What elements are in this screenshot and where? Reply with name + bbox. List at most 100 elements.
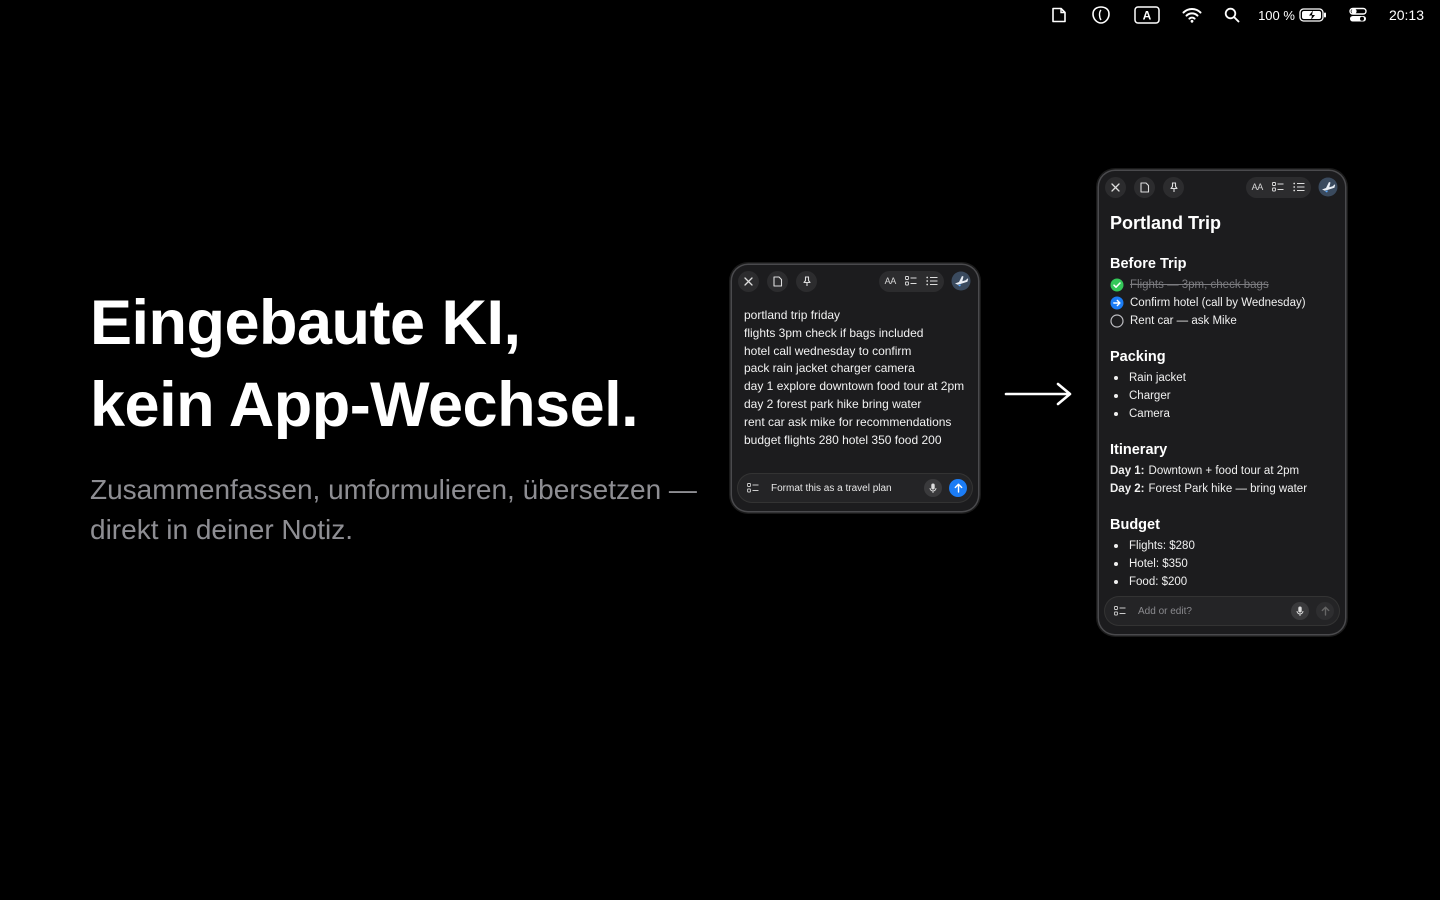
itinerary-day-label: Day 2:: [1110, 483, 1145, 495]
list-item-text: Charger: [1129, 390, 1171, 402]
list-item: Camera: [1110, 405, 1336, 423]
itinerary-item: Day 2: Forest Park hike — bring water: [1110, 480, 1336, 498]
section-heading: Budget: [1110, 517, 1160, 533]
list-item-text: Camera: [1129, 408, 1170, 420]
checklist-icon[interactable]: [905, 276, 917, 286]
itinerary-day-label: Day 1:: [1110, 465, 1145, 477]
list-item: Food: $200: [1110, 573, 1336, 591]
list-item-text: Rain jacket: [1129, 372, 1186, 384]
raw-line: day 1 explore downtown food tour at 2pm: [744, 379, 965, 394]
control-center-icon[interactable]: [1349, 0, 1367, 30]
raw-line: rent car ask mike for recommendations: [744, 414, 952, 429]
input-source-letter: A: [1143, 9, 1152, 23]
subline-line-1: Zusammenfassen, umformulieren, übersetze…: [90, 474, 697, 505]
microphone-icon: [929, 483, 937, 493]
close-button[interactable]: [738, 270, 759, 292]
raw-note-text[interactable]: portland trip friday flights 3pm check i…: [744, 307, 968, 449]
battery-charging-icon: [1299, 8, 1326, 22]
close-icon: [1111, 182, 1120, 192]
itinerary-text: Forest Park hike — bring water: [1148, 483, 1308, 495]
formatted-note-window: AA Portland Trip Before Trip Flights — 3…: [1099, 171, 1345, 634]
text-size-button[interactable]: AA: [885, 276, 897, 286]
ai-prompt-bar: Add or edit?: [1104, 596, 1340, 626]
close-icon: [744, 276, 753, 286]
battery-status[interactable]: 100 %: [1258, 8, 1327, 23]
list-item: Rain jacket: [1110, 369, 1336, 387]
send-button[interactable]: [949, 479, 967, 497]
empty-circle-icon[interactable]: [1110, 314, 1124, 328]
list-item-text: Food: $200: [1129, 576, 1188, 588]
ai-prompt-input[interactable]: Format this as a travel plan: [771, 483, 917, 494]
send-button[interactable]: [1316, 602, 1334, 620]
ai-assistant-button[interactable]: [1317, 176, 1339, 198]
checklist-icon[interactable]: [1272, 182, 1284, 192]
mic-button[interactable]: [924, 479, 942, 497]
mic-button[interactable]: [1291, 602, 1309, 620]
pin-button[interactable]: [1163, 176, 1184, 198]
menu-bar: A 100 % 20:13: [1000, 0, 1440, 30]
checklist-item-text: Rent car — ask Mike: [1130, 315, 1237, 327]
new-note-button[interactable]: [1134, 176, 1155, 198]
battery-percent: 100 %: [1258, 7, 1295, 23]
note-toolbar: AA: [738, 270, 972, 292]
section-itinerary: Itinerary Day 1: Downtown + food tour at …: [1110, 442, 1336, 498]
text-size-button[interactable]: AA: [1252, 182, 1264, 192]
arrow-up-icon: [954, 483, 962, 493]
section-budget: Budget Flights: $280 Hotel: $350 Food: $…: [1110, 517, 1336, 591]
list-icon[interactable]: [926, 276, 938, 286]
clock[interactable]: 20:13: [1389, 7, 1424, 23]
list-item: Hotel: $350: [1110, 555, 1336, 573]
headline-line-2: kein App-Wechsel.: [90, 370, 639, 440]
list-item-text: Hotel: $350: [1129, 558, 1188, 570]
transform-arrow-icon: [1004, 382, 1072, 406]
section-heading: Packing: [1110, 349, 1166, 365]
checklist-item[interactable]: Rent car — ask Mike: [1110, 312, 1336, 330]
note-toolbar: AA: [1105, 176, 1339, 198]
new-note-button[interactable]: [767, 270, 788, 292]
format-toolbar-group: AA: [878, 270, 944, 292]
microphone-icon: [1296, 606, 1304, 616]
raw-line: hotel call wednesday to confirm: [744, 343, 912, 358]
raw-line: portland trip friday: [744, 308, 841, 322]
list-icon[interactable]: [1293, 182, 1305, 192]
input-source-icon[interactable]: A: [1134, 0, 1160, 30]
list-item: Flights: $280: [1110, 537, 1336, 555]
note-icon[interactable]: [1050, 0, 1068, 30]
format-toolbar-group: AA: [1245, 176, 1311, 198]
section-heading: Itinerary: [1110, 442, 1168, 458]
close-button[interactable]: [1105, 176, 1126, 198]
bullet: [1114, 580, 1118, 584]
subline: Zusammenfassen, umformulieren, übersetze…: [90, 470, 730, 550]
subline-line-2: direkt in deiner Notiz.: [90, 514, 354, 545]
bullet: [1114, 544, 1118, 548]
arrow-circle-icon[interactable]: [1110, 296, 1124, 310]
bullet: [1114, 412, 1118, 416]
wifi-icon[interactable]: [1182, 0, 1202, 30]
checklist-item-text: Confirm hotel (call by Wednesday): [1130, 297, 1306, 309]
headline-line-1: Eingebaute KI,: [90, 288, 521, 358]
raw-line: budget flights 280 hotel 350 food 200: [744, 432, 942, 447]
new-note-icon: [773, 275, 783, 287]
pin-button[interactable]: [796, 270, 817, 292]
itinerary-text: Downtown + food tour at 2pm: [1148, 465, 1300, 477]
pin-icon: [1169, 181, 1178, 192]
format-options-icon[interactable]: [1114, 606, 1126, 616]
bullet: [1114, 394, 1118, 398]
itinerary-item: Day 1: Downtown + food tour at 2pm: [1110, 462, 1336, 480]
pin-icon: [802, 275, 811, 286]
checklist-item[interactable]: Confirm hotel (call by Wednesday): [1110, 294, 1336, 312]
note-title: Portland Trip: [1110, 213, 1222, 233]
search-icon[interactable]: [1224, 0, 1240, 30]
ai-prompt-input[interactable]: Add or edit?: [1138, 606, 1284, 617]
checklist-item-text: Flights — 3pm, check bags: [1130, 279, 1269, 291]
section-heading: Before Trip: [1110, 256, 1187, 272]
new-note-icon: [1140, 181, 1150, 193]
ai-assistant-button[interactable]: [950, 270, 972, 292]
checkmark-done-icon[interactable]: [1110, 278, 1124, 292]
format-options-icon[interactable]: [747, 483, 759, 493]
checklist-item[interactable]: Flights — 3pm, check bags: [1110, 276, 1336, 294]
app-icon[interactable]: [1090, 0, 1112, 30]
airplane-icon: [951, 271, 971, 291]
raw-line: flights 3pm check if bags included: [744, 325, 924, 340]
raw-note-window: AA portland trip friday flights 3pm chec…: [732, 265, 978, 511]
